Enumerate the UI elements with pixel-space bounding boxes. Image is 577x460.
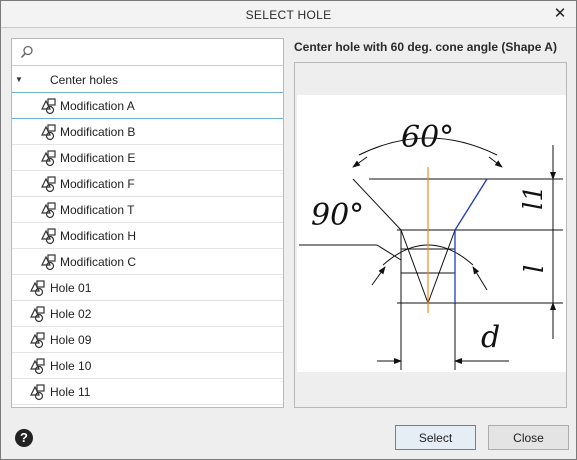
drawing-construction-lines (299, 137, 563, 370)
caret-down-icon[interactable]: ▼ (15, 75, 23, 84)
select-hole-dialog: SELECT HOLE ✕ ▼ Center holes Modificatio… (0, 0, 577, 460)
tree-item-hole[interactable]: Hole 09 (12, 327, 283, 353)
l-label: l (520, 265, 550, 273)
tree-item-modification[interactable]: Modification T (12, 197, 283, 223)
close-button[interactable]: Close (488, 425, 569, 450)
search-input[interactable] (40, 43, 276, 62)
tree-item-label: Modification C (60, 255, 137, 269)
angle-60-label: 60° (401, 120, 454, 155)
hole-shape-icon (41, 124, 56, 141)
hole-shape-icon (41, 150, 56, 167)
tree-item-label: Hole 11 (50, 385, 91, 399)
hole-shape-icon (41, 176, 56, 193)
angle-90-label: 90° (311, 198, 364, 233)
tree-item-label: Hole 02 (50, 307, 92, 321)
hole-shape-icon (30, 306, 45, 323)
tree-item-label: Modification H (60, 229, 137, 243)
tree-item-label: Modification F (60, 177, 135, 191)
search-bar (12, 39, 283, 66)
hole-shape-icon (30, 332, 45, 349)
tree-item-hole[interactable]: Hole 11 (12, 379, 283, 405)
hole-shape-icon (41, 228, 56, 245)
search-icon (20, 45, 33, 59)
tree-item-label: Hole 09 (50, 333, 92, 347)
tree-item-hole[interactable]: Hole 01 (12, 275, 283, 301)
hole-shape-icon (41, 202, 56, 219)
select-button[interactable]: Select (395, 425, 476, 450)
hole-shape-icon (30, 280, 45, 297)
drawing-arrows (352, 145, 556, 364)
tree-item-label: Modification T (60, 203, 135, 217)
tree-item-label: Hole 10 (50, 359, 92, 373)
cone-profile-line (454, 178, 488, 303)
tree-item-modification[interactable]: Modification F (12, 171, 283, 197)
tree-item-modification[interactable]: Modification H (12, 223, 283, 249)
hole-shape-icon (30, 384, 45, 401)
hole-tree: ▼ Center holes Modification A Modificatio… (12, 67, 283, 405)
d-label: d (481, 320, 500, 355)
preview-panel: 60° 90° l1 l d (294, 62, 567, 408)
title-bar: SELECT HOLE ✕ (1, 1, 576, 28)
hole-shape-icon (30, 358, 45, 375)
l1-label: l1 (519, 185, 549, 210)
tree-item-modification[interactable]: Modification E (12, 145, 283, 171)
tree-item-label: Modification B (60, 125, 136, 139)
tree-item-label: Hole 01 (50, 281, 92, 295)
hole-shape-icon (41, 98, 56, 115)
tree-item-label: Modification A (60, 99, 135, 113)
preview-title: Center hole with 60 deg. cone angle (Sha… (294, 40, 557, 54)
tree-group-center-holes[interactable]: ▼ Center holes (12, 67, 283, 93)
group-label: Center holes (50, 73, 119, 87)
help-icon[interactable]: ? (15, 429, 33, 447)
hole-shape-icon (41, 254, 56, 271)
close-icon[interactable]: ✕ (552, 5, 568, 23)
center-hole-drawing: 60° 90° l1 l d (297, 95, 566, 372)
list-scrollbar[interactable] (283, 67, 284, 265)
dialog-title: SELECT HOLE (245, 8, 332, 22)
tree-item-label: Modification E (60, 151, 136, 165)
hole-list-panel: ▼ Center holes Modification A Modificatio… (11, 38, 284, 408)
tree-item-hole[interactable]: Hole 10 (12, 353, 283, 379)
tree-item-modification[interactable]: Modification B (12, 119, 283, 145)
tree-item-modification[interactable]: Modification A (12, 93, 283, 119)
tree-item-hole[interactable]: Hole 02 (12, 301, 283, 327)
tree-item-modification[interactable]: Modification C (12, 249, 283, 275)
